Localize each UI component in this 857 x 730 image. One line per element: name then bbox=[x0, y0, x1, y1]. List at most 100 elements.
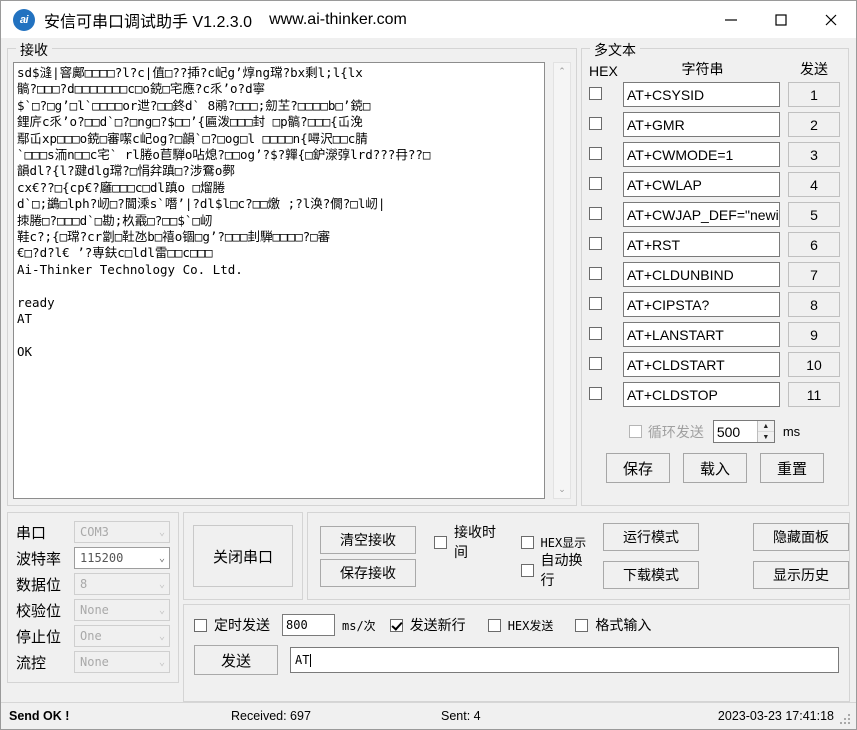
multitext-group-label: 多文本 bbox=[590, 40, 640, 60]
command-send-button[interactable]: 4 bbox=[788, 172, 840, 197]
serial-setting-select[interactable]: COM3 ⌄ bbox=[74, 521, 170, 543]
loop-interval-stepper[interactable]: 500 ▲ ▼ bbox=[712, 420, 775, 443]
load-preset-button[interactable]: 载入 bbox=[683, 453, 747, 483]
command-hex-checkbox[interactable] bbox=[589, 86, 602, 100]
command-send-button[interactable]: 8 bbox=[788, 292, 840, 317]
command-hex-checkbox[interactable] bbox=[589, 116, 602, 130]
command-send-button[interactable]: 11 bbox=[788, 382, 840, 407]
newline-row[interactable]: 发送新行 bbox=[389, 615, 466, 635]
save-receive-button[interactable]: 保存接收 bbox=[320, 558, 416, 587]
hex-send-row[interactable]: HEX发送 bbox=[487, 617, 554, 634]
send-newline-label: 发送新行 bbox=[409, 617, 466, 633]
auto-wrap-checkbox[interactable] bbox=[520, 563, 534, 577]
command-input[interactable]: AT+LANSTART bbox=[623, 322, 780, 347]
send-interval-unit: ms/次 bbox=[342, 618, 376, 633]
command-hex-checkbox[interactable] bbox=[589, 176, 602, 190]
command-send-button[interactable]: 6 bbox=[788, 232, 840, 257]
receive-group: 接收 sd$漨|窨鄺□□□□?l?c|值□??揷?c屺g’焞ng瑺?bx剩l;l… bbox=[7, 40, 577, 506]
command-hex-checkbox[interactable] bbox=[589, 236, 602, 250]
scroll-up-icon[interactable]: ⌃ bbox=[558, 63, 566, 80]
close-icon[interactable] bbox=[806, 1, 856, 38]
command-input[interactable]: AT+CWLAP bbox=[623, 172, 780, 197]
command-input[interactable]: AT+CLDSTART bbox=[623, 352, 780, 377]
hide-panel-button[interactable]: 隐藏面板 bbox=[753, 523, 849, 551]
spin-down-icon[interactable]: ▼ bbox=[758, 432, 774, 442]
send-newline-checkbox[interactable] bbox=[389, 618, 403, 632]
hex-display-checkbox[interactable] bbox=[520, 535, 534, 549]
lower-section: 串口 COM3 ⌄ 波特率 115200 ⌄ 数据位 8 ⌄ 校验位 None ⌄ 停止位 One ⌄ 流控 N… bbox=[1, 508, 856, 702]
close-port-button[interactable]: 关闭串口 bbox=[193, 525, 293, 587]
command-send-button[interactable]: 3 bbox=[788, 142, 840, 167]
send-interval-input[interactable]: 800 bbox=[282, 614, 335, 636]
command-send-button[interactable]: 2 bbox=[788, 112, 840, 137]
command-input[interactable]: AT+CWMODE=1 bbox=[623, 142, 780, 167]
timed-send-checkbox[interactable] bbox=[194, 618, 207, 632]
receive-scrollbar[interactable]: ⌃ ⌄ bbox=[553, 62, 571, 499]
recv-time-checkbox[interactable] bbox=[434, 535, 447, 549]
command-input[interactable]: AT+CLDSTOP bbox=[623, 382, 780, 407]
command-input[interactable]: AT+CLDUNBIND bbox=[623, 262, 780, 287]
command-row: AT+CLDSTOP 11 bbox=[582, 382, 848, 407]
command-hex-checkbox[interactable] bbox=[589, 146, 602, 160]
command-hex-checkbox[interactable] bbox=[589, 266, 602, 280]
command-row: AT+LANSTART 9 bbox=[582, 322, 848, 347]
command-hex-checkbox[interactable] bbox=[589, 206, 602, 220]
serial-setting-select[interactable]: None ⌄ bbox=[74, 651, 170, 673]
send-button[interactable]: 发送 bbox=[194, 645, 278, 675]
show-history-button[interactable]: 显示历史 bbox=[753, 561, 849, 589]
auto-wrap-row[interactable]: 自动换行 bbox=[520, 552, 590, 588]
command-hex-checkbox[interactable] bbox=[589, 296, 602, 310]
upper-section: 接收 sd$漨|窨鄺□□□□?l?c|值□??揷?c屺g’焞ng瑺?bx剩l;l… bbox=[1, 38, 856, 508]
command-input[interactable]: AT+GMR bbox=[623, 112, 780, 137]
format-input-checkbox[interactable] bbox=[575, 618, 589, 632]
minimize-icon[interactable] bbox=[706, 1, 756, 38]
command-hex-checkbox[interactable] bbox=[589, 386, 602, 400]
title-bar: ai 安信可串口调试助手 V1.2.3.0 www.ai-thinker.com bbox=[1, 1, 856, 38]
hex-send-label: HEX发送 bbox=[507, 618, 554, 633]
spin-up-icon[interactable]: ▲ bbox=[757, 421, 774, 432]
send-text-value: AT bbox=[295, 653, 310, 667]
resize-grip-icon[interactable] bbox=[840, 714, 852, 726]
command-send-button[interactable]: 5 bbox=[788, 202, 840, 227]
run-mode-button[interactable]: 运行模式 bbox=[603, 523, 699, 551]
command-input[interactable]: AT+CSYSID bbox=[623, 82, 780, 107]
command-row: AT+CIPSTA? 8 bbox=[582, 292, 848, 317]
command-hex-checkbox[interactable] bbox=[589, 326, 602, 340]
recv-time-row[interactable]: 接收时间 bbox=[434, 524, 503, 560]
status-message: Send OK ! bbox=[9, 709, 70, 723]
auto-wrap-label: 自动换行 bbox=[540, 552, 583, 588]
maximize-icon[interactable] bbox=[756, 1, 806, 38]
scroll-down-icon[interactable]: ⌄ bbox=[558, 481, 566, 498]
hex-send-checkbox[interactable] bbox=[487, 618, 501, 632]
loop-send-row: 循环发送 500 ▲ ▼ ms bbox=[582, 412, 848, 443]
format-input-row[interactable]: 格式输入 bbox=[575, 615, 651, 635]
command-hex-checkbox-wrap bbox=[589, 236, 623, 253]
serial-setting-select[interactable]: 115200 ⌄ bbox=[74, 547, 170, 569]
command-send-button[interactable]: 7 bbox=[788, 262, 840, 287]
serial-setting-select[interactable]: 8 ⌄ bbox=[74, 573, 170, 595]
command-send-button[interactable]: 10 bbox=[788, 352, 840, 377]
loop-send-checkbox[interactable] bbox=[628, 425, 642, 438]
status-datetime: 2023-03-23 17:41:18 bbox=[717, 709, 834, 723]
command-input[interactable]: AT+RST bbox=[623, 232, 780, 257]
hex-display-row[interactable]: HEX显示 bbox=[520, 533, 590, 551]
command-send-button[interactable]: 1 bbox=[788, 82, 840, 107]
chevron-down-icon: ⌄ bbox=[158, 552, 165, 564]
reset-preset-button[interactable]: 重置 bbox=[760, 453, 824, 483]
serial-setting-select[interactable]: None ⌄ bbox=[74, 599, 170, 621]
panel-buttons-stack: 隐藏面板 显示历史 bbox=[753, 523, 849, 589]
command-row: AT+CWMODE=1 3 bbox=[582, 142, 848, 167]
command-send-button[interactable]: 9 bbox=[788, 322, 840, 347]
timed-send-label: 定时发送 bbox=[214, 617, 270, 633]
command-hex-checkbox[interactable] bbox=[589, 356, 602, 370]
recv-time-label: 接收时间 bbox=[454, 524, 496, 560]
clear-receive-button[interactable]: 清空接收 bbox=[320, 525, 416, 554]
command-input[interactable]: AT+CWJAP_DEF="newifi_ bbox=[623, 202, 780, 227]
command-input[interactable]: AT+CIPSTA? bbox=[623, 292, 780, 317]
serial-setting-select[interactable]: One ⌄ bbox=[74, 625, 170, 647]
send-text-input[interactable]: AT bbox=[290, 647, 839, 673]
download-mode-button[interactable]: 下载模式 bbox=[603, 561, 699, 589]
save-preset-button[interactable]: 保存 bbox=[606, 453, 670, 483]
receive-textarea[interactable]: sd$漨|窨鄺□□□□?l?c|值□??揷?c屺g’焞ng瑺?bx剩l;l{lx… bbox=[13, 62, 545, 499]
status-received-count: Received: 697 bbox=[231, 709, 311, 723]
